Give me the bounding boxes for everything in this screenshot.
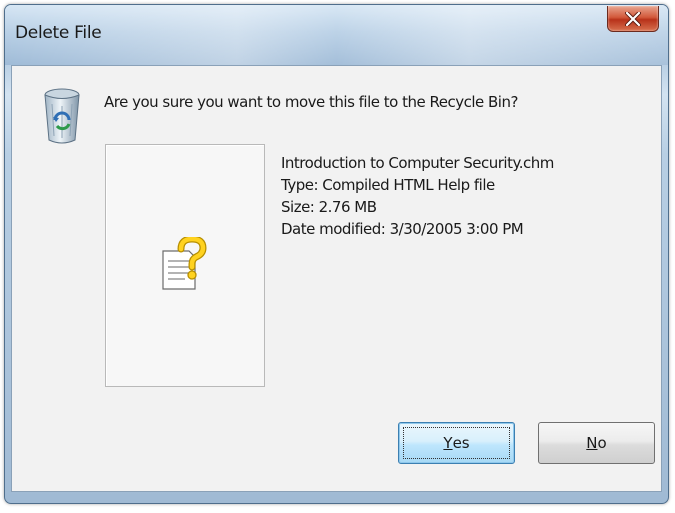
no-label-rest: o [597,434,607,452]
no-mnemonic: N [586,434,598,452]
yes-button[interactable]: Yes [398,422,515,464]
file-size: Size: 2.76 MB [281,198,377,216]
window-title: Delete File [15,23,102,43]
file-name: Introduction to Computer Security.chm [281,154,554,172]
title-bar[interactable]: Delete File [5,5,668,65]
file-preview [105,144,265,387]
file-date-modified: Date modified: 3/30/2005 3:00 PM [281,220,524,238]
close-button[interactable] [607,6,659,32]
dialog-content: Are you sure you want to move this file … [11,65,662,492]
file-details: Introduction to Computer Security.chm Ty… [281,152,554,240]
delete-file-dialog: Delete File Are you sure you want to mov… [4,4,669,504]
recycle-bin-icon [44,88,80,144]
no-button[interactable]: No [538,422,655,464]
confirmation-question: Are you sure you want to move this file … [104,93,518,111]
close-x-icon [625,11,641,26]
help-file-icon [162,237,207,290]
file-type: Type: Compiled HTML Help file [281,176,495,194]
focus-rectangle [403,427,510,459]
